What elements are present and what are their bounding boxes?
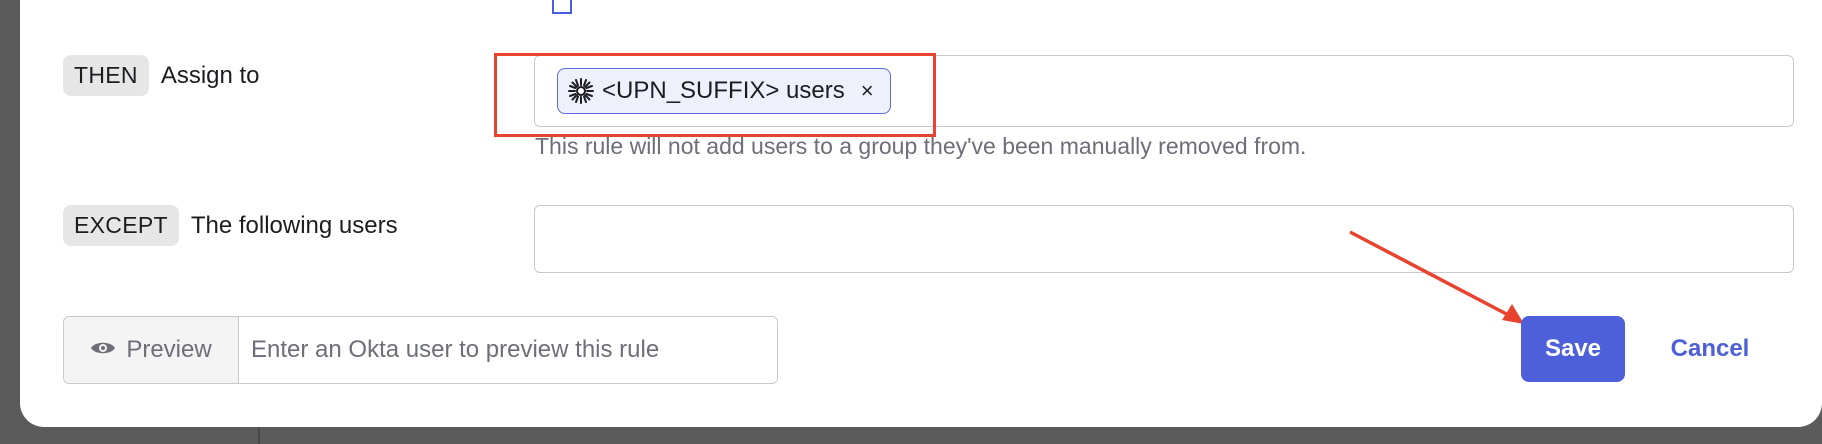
then-badge: THEN — [63, 55, 149, 96]
annotation-highlight-box — [494, 53, 936, 137]
group-rule-modal: THEN Assign to <UPN_SUFFIX> users × This… — [20, 0, 1822, 427]
top-cut-off-link[interactable] — [552, 0, 792, 18]
assign-to-label: Assign to — [160, 61, 260, 89]
except-row-label: EXCEPT The following users — [63, 205, 398, 246]
save-button[interactable]: Save — [1521, 316, 1625, 382]
following-users-label: The following users — [190, 211, 398, 239]
preview-user-input[interactable] — [239, 317, 777, 383]
except-badge: EXCEPT — [63, 205, 179, 246]
eye-icon — [90, 336, 116, 364]
preview-group: Preview — [63, 316, 778, 384]
external-link-icon — [552, 0, 572, 14]
then-row-label: THEN Assign to — [63, 55, 260, 96]
preview-label: Preview — [126, 336, 212, 363]
annotation-arrow — [1349, 230, 1524, 324]
except-users-field[interactable] — [534, 205, 1794, 273]
cancel-button[interactable]: Cancel — [1650, 316, 1770, 382]
assign-helper-text: This rule will not add users to a group … — [535, 133, 1307, 159]
preview-button[interactable]: Preview — [64, 317, 239, 383]
